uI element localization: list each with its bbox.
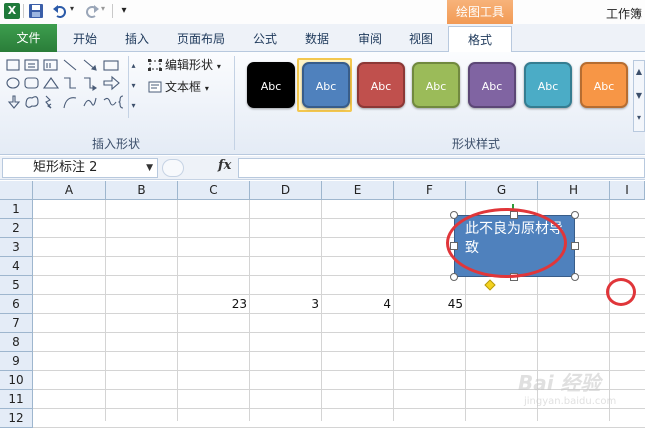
shape-style-swatch[interactable]: Abc xyxy=(468,62,516,108)
column-header-i[interactable]: I xyxy=(610,181,645,200)
column-header-d[interactable]: D xyxy=(250,181,322,200)
tab-view[interactable]: 视图 xyxy=(395,26,447,52)
column-header-h[interactable]: H xyxy=(538,181,610,200)
column-header-b[interactable]: B xyxy=(106,181,178,200)
scroll-down-icon[interactable]: ▼ xyxy=(634,85,644,107)
row-header-8[interactable]: 8 xyxy=(0,333,33,352)
gridline-horizontal xyxy=(33,351,645,352)
resize-handle[interactable] xyxy=(571,273,579,281)
group-divider xyxy=(234,56,235,150)
insert-function-button[interactable]: fx xyxy=(218,158,231,173)
name-box[interactable]: 矩形标注 2 ▼ xyxy=(2,158,158,178)
chevron-down-icon: ▾ xyxy=(204,84,209,93)
undo-dropdown-icon[interactable]: ▾ xyxy=(70,4,74,13)
shape-style-swatch[interactable]: Abc xyxy=(247,62,295,108)
expand-gallery-icon[interactable]: ▾ xyxy=(634,107,644,129)
select-all-corner[interactable] xyxy=(0,181,33,200)
highlight-circle xyxy=(606,278,636,306)
styles-gallery-scroll[interactable]: ▲ ▼ ▾ xyxy=(633,60,645,132)
cell-d6[interactable]: 3 xyxy=(250,295,322,314)
row-header-9[interactable]: 9 xyxy=(0,352,33,371)
row-header-10[interactable]: 10 xyxy=(0,371,33,390)
text-box-button[interactable]: 文本框 ▾ xyxy=(148,78,209,96)
baidu-watermark: Bai 经验 jingyan.baidu.com xyxy=(518,367,628,413)
gridline-vertical xyxy=(105,200,106,421)
row-header-1[interactable]: 1 xyxy=(0,200,33,219)
shapes-gallery-scroll[interactable]: ▴ ▾ ▾ xyxy=(128,56,138,118)
column-header-f[interactable]: F xyxy=(394,181,466,200)
worksheet-grid[interactable]: ABCDEFGHI 1 2 3 4 5 6 7 8 9 10 11 12 23 3 4 45 此不良为原材导… xyxy=(0,181,645,428)
redo-dropdown-icon[interactable]: ▾ xyxy=(101,4,105,13)
window-title: 工作簿 xyxy=(606,7,643,21)
save-icon[interactable] xyxy=(28,3,44,19)
highlight-ellipse xyxy=(446,208,567,278)
customize-toolbar-icon[interactable]: ▾ xyxy=(116,3,132,19)
text-box-label: 文本框 xyxy=(165,80,202,94)
toolbar-divider xyxy=(23,4,24,18)
shapes-gallery-icons xyxy=(6,59,124,109)
row-header-5[interactable]: 5 xyxy=(0,276,33,295)
ribbon-tabs: 文件 开始 插入 页面布局 公式 数据 审阅 视图 格式 xyxy=(0,24,645,52)
formula-bar-divider-handle[interactable] xyxy=(162,159,184,177)
shape-style-swatch[interactable]: Abc xyxy=(580,62,628,108)
scroll-up-icon[interactable]: ▲ xyxy=(634,61,644,83)
tab-file[interactable]: 文件 xyxy=(0,24,57,52)
tab-formulas[interactable]: 公式 xyxy=(241,26,289,52)
undo-icon[interactable] xyxy=(52,3,68,19)
cell-e6[interactable]: 4 xyxy=(322,295,394,314)
shape-style-swatch[interactable]: Abc xyxy=(412,62,460,108)
callout-pointer-handle[interactable] xyxy=(484,279,496,291)
tab-page-layout[interactable]: 页面布局 xyxy=(161,26,241,52)
ribbon-format: ▴ ▾ ▾ 编辑形状 ▾ 文本框 ▾ 插入形状 Abc Abc Abc Abc Abc Abc… xyxy=(0,52,645,155)
watermark-logo: Bai 经验 xyxy=(518,371,601,395)
edit-shape-icon xyxy=(148,59,162,71)
redo-icon[interactable] xyxy=(84,3,100,19)
text-box-icon xyxy=(148,81,162,93)
column-header-c[interactable]: C xyxy=(178,181,250,200)
title-bar: X ▾ ▾ ▾ 绘图工具 工作簿 xyxy=(0,0,645,24)
resize-handle[interactable] xyxy=(571,211,579,219)
name-box-dropdown-icon[interactable]: ▼ xyxy=(146,159,153,177)
contextual-tab-group-label: 绘图工具 xyxy=(447,0,513,24)
tab-review[interactable]: 审阅 xyxy=(345,26,395,52)
edit-shape-label: 编辑形状 xyxy=(165,58,214,72)
watermark-site: jingyan.baidu.com xyxy=(524,396,617,407)
tab-insert[interactable]: 插入 xyxy=(113,26,161,52)
resize-handle[interactable] xyxy=(450,211,458,219)
row-header-7[interactable]: 7 xyxy=(0,314,33,333)
shape-style-swatch[interactable]: Abc xyxy=(524,62,572,108)
tab-data[interactable]: 数据 xyxy=(289,26,345,52)
row-header-4[interactable]: 4 xyxy=(0,257,33,276)
tab-home[interactable]: 开始 xyxy=(57,26,113,52)
cell-c6[interactable]: 23 xyxy=(178,295,250,314)
row-header-12[interactable]: 12 xyxy=(0,409,33,428)
toolbar-divider xyxy=(112,4,113,18)
shape-style-swatch[interactable]: Abc xyxy=(357,62,405,108)
column-header-g[interactable]: G xyxy=(466,181,538,200)
row-header-11[interactable]: 11 xyxy=(0,390,33,409)
row-header-6[interactable]: 6 xyxy=(0,295,33,314)
edit-shape-button[interactable]: 编辑形状 ▾ xyxy=(148,56,221,74)
insert-shapes-group-label: 插入形状 xyxy=(91,137,140,151)
column-header-e[interactable]: E xyxy=(322,181,394,200)
tab-format[interactable]: 格式 xyxy=(448,26,512,52)
insert-shapes-gallery[interactable] xyxy=(4,56,142,120)
column-header-a[interactable]: A xyxy=(33,181,106,200)
resize-handle[interactable] xyxy=(450,273,458,281)
shape-styles-group-label: 形状样式 xyxy=(451,137,500,151)
row-header-2[interactable]: 2 xyxy=(0,219,33,238)
name-box-value: 矩形标注 2 xyxy=(33,160,98,175)
gridline-horizontal xyxy=(33,332,645,333)
excel-logo-icon[interactable]: X xyxy=(4,3,20,19)
shape-style-swatch[interactable]: Abc xyxy=(302,62,350,108)
cell-f6[interactable]: 45 xyxy=(394,295,466,314)
resize-handle[interactable] xyxy=(571,242,579,250)
chevron-down-icon: ▾ xyxy=(216,62,221,71)
formula-input[interactable] xyxy=(238,158,645,178)
formula-bar: 矩形标注 2 ▼ fx xyxy=(0,156,645,180)
row-header-3[interactable]: 3 xyxy=(0,238,33,257)
